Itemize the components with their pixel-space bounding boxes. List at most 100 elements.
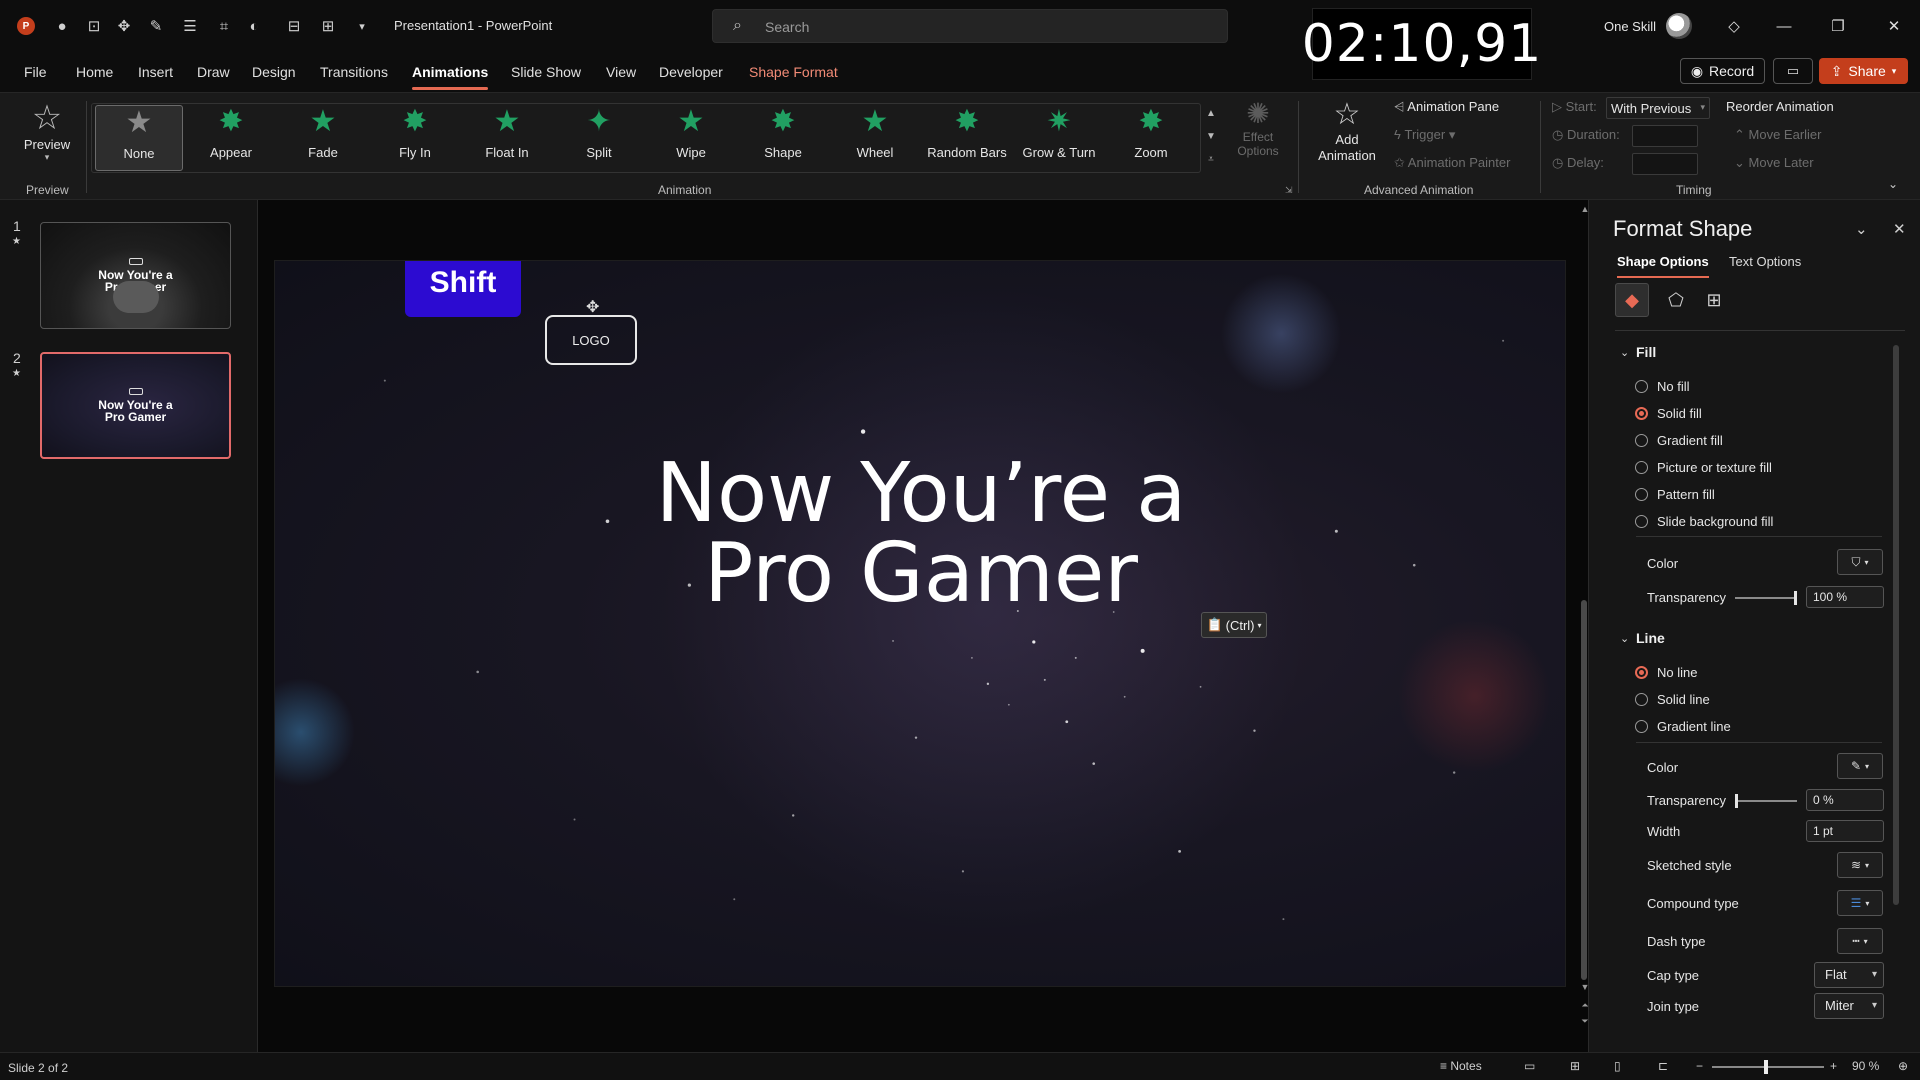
- tab-slide-show[interactable]: Slide Show: [511, 64, 581, 80]
- chevron-down-icon[interactable]: ⌄: [1855, 220, 1868, 238]
- restore-icon[interactable]: ❐: [1826, 14, 1850, 38]
- zoom-level[interactable]: 90 %: [1852, 1059, 1879, 1073]
- zoom-out-icon[interactable]: −: [1696, 1059, 1703, 1073]
- zoom-in-icon[interactable]: +: [1830, 1059, 1837, 1073]
- preview-button[interactable]: ☆ Preview ▾: [14, 99, 80, 175]
- animation-split[interactable]: ✦ Split: [555, 105, 643, 171]
- fill-transparency-input[interactable]: 100 %: [1806, 586, 1884, 608]
- chevron-down-icon[interactable]: ⌄: [1620, 632, 1629, 645]
- search-input[interactable]: ⌕ Search: [712, 9, 1228, 43]
- effects-pentagon-icon[interactable]: ⬠: [1659, 283, 1693, 317]
- distribute-icon[interactable]: ⊞: [318, 16, 338, 36]
- comments-button[interactable]: ▭: [1773, 58, 1813, 84]
- radio-gradient-line[interactable]: Gradient line: [1635, 719, 1731, 734]
- align-icon[interactable]: ⊟: [284, 16, 304, 36]
- slider-knob[interactable]: [1735, 794, 1738, 808]
- delay-input[interactable]: [1632, 153, 1698, 175]
- slideshow-icon[interactable]: ⊏: [1658, 1059, 1668, 1073]
- diamond-icon[interactable]: ◇: [1722, 14, 1746, 38]
- tab-view[interactable]: View: [606, 64, 636, 80]
- reading-view-icon[interactable]: ▯: [1614, 1059, 1621, 1073]
- line-section-header[interactable]: Line: [1636, 630, 1665, 646]
- animation-appear[interactable]: ✸ Appear: [187, 105, 275, 171]
- autosave-icon[interactable]: ●: [52, 16, 72, 36]
- customize-icon[interactable]: ▾: [352, 16, 372, 36]
- add-animation-button[interactable]: ☆ Add Animation: [1305, 97, 1389, 177]
- animation-fade[interactable]: ★ Fade: [279, 105, 367, 171]
- animation-grow-turn[interactable]: ✷ Grow & Turn: [1015, 105, 1103, 171]
- animation-pane-button[interactable]: ⩤ Animation Pane: [1394, 99, 1499, 115]
- join-type-dropdown[interactable]: Miter ▾: [1814, 993, 1884, 1019]
- record-button[interactable]: ◉ Record: [1680, 58, 1765, 84]
- radio-no-fill[interactable]: No fill: [1635, 379, 1690, 394]
- close-icon[interactable]: ✕: [1893, 220, 1906, 238]
- tab-file[interactable]: File: [24, 64, 47, 80]
- notes-button[interactable]: ≡ Notes: [1440, 1059, 1482, 1073]
- crop-icon[interactable]: ⌗: [214, 16, 234, 36]
- duration-input[interactable]: [1632, 125, 1698, 147]
- dash-type-picker[interactable]: ┅ ▾: [1837, 928, 1883, 954]
- cap-type-dropdown[interactable]: Flat ▾: [1814, 962, 1884, 988]
- width-input[interactable]: 1 pt: [1806, 820, 1884, 842]
- size-properties-icon[interactable]: ⊞: [1697, 283, 1731, 317]
- share-button[interactable]: ⇪ Share ▾: [1819, 58, 1908, 84]
- animation-zoom[interactable]: ✸ Zoom: [1107, 105, 1195, 171]
- canvas-scrollbar[interactable]: ▲ ▼ ⏶ ⏷: [1580, 200, 1590, 1052]
- line-transparency-input[interactable]: 0 %: [1806, 789, 1884, 811]
- avatar[interactable]: [1666, 13, 1692, 39]
- move-icon[interactable]: ✥: [114, 16, 134, 36]
- effect-options-button[interactable]: ✺ Effect Options: [1230, 97, 1286, 173]
- radio-pattern-fill[interactable]: Pattern fill: [1635, 487, 1715, 502]
- gallery-scroll-down[interactable]: ▼: [1204, 126, 1218, 146]
- gallery-scroll-up[interactable]: ▲: [1204, 103, 1218, 123]
- line-color-picker[interactable]: ✎ ▾: [1837, 753, 1883, 779]
- pane-scrollbar[interactable]: [1893, 345, 1899, 905]
- start-dropdown[interactable]: With Previous ▾: [1606, 97, 1710, 119]
- slide-sorter-icon[interactable]: ⊞: [1570, 1059, 1580, 1073]
- line-transparency-slider[interactable]: [1735, 794, 1797, 808]
- collapse-ribbon-icon[interactable]: ⌄: [1888, 177, 1898, 191]
- animation-shape[interactable]: ✸ Shape: [739, 105, 827, 171]
- slider-knob[interactable]: [1764, 1060, 1768, 1074]
- slide-title[interactable]: Now You’re a Pro Gamer: [275, 453, 1565, 615]
- slide[interactable]: Shift LOGO ✥ Now You’re a Pro Gamer 📋 (C…: [274, 260, 1566, 987]
- chevron-down-icon[interactable]: ⌄: [1620, 346, 1629, 359]
- paragraph-icon[interactable]: ☰: [180, 16, 200, 36]
- tab-design[interactable]: Design: [252, 64, 296, 80]
- radio-solid-line[interactable]: Solid line: [1635, 692, 1710, 707]
- slide-thumbnail-1[interactable]: Now You're a Pro Gamer: [40, 222, 231, 329]
- gallery-expand[interactable]: ⩡: [1204, 149, 1218, 169]
- radio-solid-fill[interactable]: Solid fill: [1635, 406, 1702, 421]
- tab-transitions[interactable]: Transitions: [320, 64, 388, 80]
- sketched-style-picker[interactable]: ≋ ▾: [1837, 852, 1883, 878]
- move-later-button[interactable]: ⌄ Move Later: [1734, 155, 1814, 171]
- user-name[interactable]: One Skill: [1604, 19, 1656, 34]
- animation-fly-in[interactable]: ✸ Fly In: [371, 105, 459, 171]
- shapes-icon[interactable]: ◐: [244, 16, 264, 36]
- radio-picture-fill[interactable]: Picture or texture fill: [1635, 460, 1772, 475]
- close-icon[interactable]: ✕: [1882, 14, 1906, 38]
- radio-slide-background-fill[interactable]: Slide background fill: [1635, 514, 1773, 529]
- tab-animations[interactable]: Animations: [412, 64, 489, 90]
- animation-wheel[interactable]: ★ Wheel: [831, 105, 919, 171]
- dialog-launcher-icon[interactable]: ⇲: [1285, 185, 1293, 196]
- tab-shape-options[interactable]: Shape Options: [1617, 254, 1709, 278]
- fill-line-icon[interactable]: ◆: [1615, 283, 1649, 317]
- tab-text-options[interactable]: Text Options: [1729, 254, 1801, 269]
- pen-icon[interactable]: ✎: [146, 16, 166, 36]
- radio-gradient-fill[interactable]: Gradient fill: [1635, 433, 1723, 448]
- tab-shape-format[interactable]: Shape Format: [749, 64, 838, 80]
- shift-logo-button[interactable]: Shift: [405, 261, 521, 317]
- slider-knob[interactable]: [1794, 591, 1797, 605]
- move-earlier-button[interactable]: ⌃ Move Earlier: [1734, 127, 1821, 143]
- tab-insert[interactable]: Insert: [138, 64, 173, 80]
- animation-wipe[interactable]: ★ Wipe: [647, 105, 735, 171]
- logo-placeholder[interactable]: LOGO: [545, 315, 637, 365]
- screenshot-icon[interactable]: ⊡: [84, 16, 104, 36]
- scroll-thumb[interactable]: [1581, 600, 1587, 980]
- slide-thumbnail-2[interactable]: Now You're a Pro Gamer: [40, 352, 231, 459]
- animation-float-in[interactable]: ★ Float In: [463, 105, 551, 171]
- animation-none[interactable]: ★ None: [95, 105, 183, 171]
- tab-developer[interactable]: Developer: [659, 64, 723, 80]
- animation-random-bars[interactable]: ✸ Random Bars: [923, 105, 1011, 171]
